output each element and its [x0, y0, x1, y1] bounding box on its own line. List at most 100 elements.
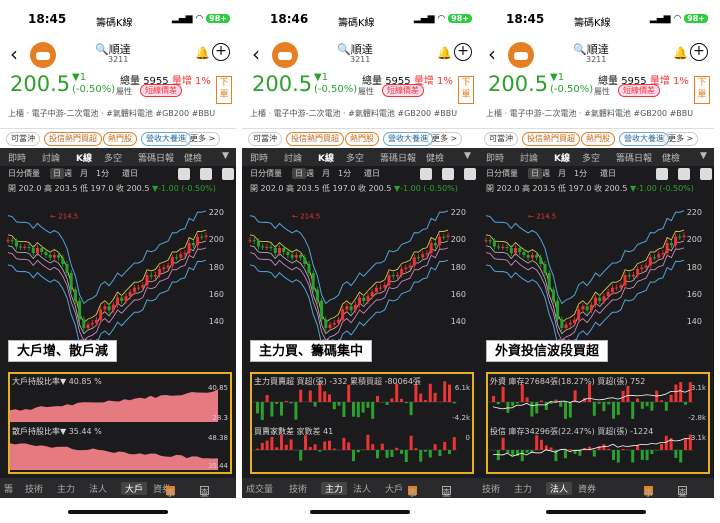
bell-icon[interactable]: 🔔: [437, 46, 452, 60]
bottom-tab-1[interactable]: 技術: [25, 482, 43, 495]
settings-icon[interactable]: [700, 168, 712, 180]
bell-icon[interactable]: 🔔: [673, 46, 688, 60]
bottom-tab-3[interactable]: 資券: [578, 482, 596, 495]
home-indicator[interactable]: [546, 510, 646, 514]
tool-1[interactable]: 日: [292, 168, 306, 179]
camera-icon[interactable]: [678, 168, 690, 180]
tab-0[interactable]: 即時: [486, 151, 504, 164]
tool-0[interactable]: 日分價量: [8, 168, 40, 179]
tab-2[interactable]: K線: [76, 151, 92, 164]
chip-4[interactable]: 更多 >: [427, 132, 463, 146]
bottom-tab-4[interactable]: 大戶: [121, 482, 148, 495]
chip-1[interactable]: 投信熱門買超: [44, 132, 102, 146]
settings-icon[interactable]: [222, 168, 234, 180]
tool-3[interactable]: 月: [558, 168, 566, 179]
tool-3[interactable]: 月: [80, 168, 88, 179]
chip-3[interactable]: 營收大養進: [383, 132, 433, 146]
order-button[interactable]: 下單: [694, 76, 710, 104]
tool-0[interactable]: 日分價量: [486, 168, 518, 179]
tab-more-icon[interactable]: ▼: [464, 151, 471, 161]
bottom-tab-2[interactable]: 法人: [546, 482, 573, 495]
tab-5[interactable]: 健檢: [184, 151, 202, 164]
chip-2[interactable]: 熱門股: [345, 132, 379, 146]
indicator-panel[interactable]: 主力買賣超 買超(張) -332 累積買超 -80064張 買賣家數差 家數差 4…: [250, 372, 474, 474]
bottom-tab-4[interactable]: 大戶: [385, 482, 403, 495]
tool-5[interactable]: 還日: [600, 168, 616, 179]
attribute-badge[interactable]: 短線價差: [382, 84, 424, 97]
bell-icon[interactable]: 🔔: [195, 46, 210, 60]
chip-0[interactable]: 可當沖: [248, 132, 282, 146]
indicator-panel[interactable]: 大戶持股比率▼ 40.85 % 散戶持股比率▼ 35.44 % 40.85 28.3 4…: [8, 372, 232, 474]
chip-0[interactable]: 可當沖: [6, 132, 40, 146]
bottom-tab-1[interactable]: 主力: [514, 482, 532, 495]
pen-icon[interactable]: [178, 168, 190, 180]
tab-2[interactable]: K線: [318, 151, 334, 164]
chip-4[interactable]: 更多 >: [185, 132, 221, 146]
indicator-title[interactable]: 主力買賣超 買超(張) -332 累積買超 -80064張: [254, 376, 421, 387]
chip-1[interactable]: 投信熱門買超: [286, 132, 344, 146]
indicator-title[interactable]: 大戶持股比率▼ 40.85 %: [12, 376, 102, 387]
tab-3[interactable]: 多空: [582, 151, 600, 164]
chip-2[interactable]: 熱門股: [581, 132, 615, 146]
tool-1[interactable]: 日: [50, 168, 64, 179]
bottom-tab-3[interactable]: 法人: [89, 482, 107, 495]
bottom-tab-0[interactable]: 籌: [4, 482, 13, 495]
order-button[interactable]: 下單: [458, 76, 474, 104]
bottom-tab-1[interactable]: 技術: [289, 482, 307, 495]
tab-4[interactable]: 籌碼日報: [380, 151, 416, 164]
bottom-tab-2[interactable]: 主力: [321, 482, 348, 495]
indicator-panel[interactable]: 外資 庫存27684張(18.27%) 買超(張) 752 投信 庫存34296張…: [486, 372, 710, 474]
bottom-tab-0[interactable]: 技術: [482, 482, 500, 495]
home-indicator[interactable]: [68, 510, 168, 514]
tab-1[interactable]: 討論: [42, 151, 60, 164]
back-icon[interactable]: ‹: [10, 42, 18, 66]
tool-2[interactable]: 週: [306, 168, 314, 179]
tool-3[interactable]: 月: [322, 168, 330, 179]
tab-0[interactable]: 即時: [250, 151, 268, 164]
tab-more-icon[interactable]: ▼: [222, 151, 229, 161]
bottom-tab-2[interactable]: 主力: [57, 482, 75, 495]
chip-1[interactable]: 投信熱門買超: [522, 132, 580, 146]
order-button[interactable]: 下單: [216, 76, 232, 104]
tab-3[interactable]: 多空: [104, 151, 122, 164]
indicator-title[interactable]: 投信 庫存34296張(22.47%) 買超(張) -1224: [490, 426, 653, 437]
tab-3[interactable]: 多空: [346, 151, 364, 164]
tab-4[interactable]: 籌碼日報: [138, 151, 174, 164]
home-indicator[interactable]: [310, 510, 410, 514]
tool-1[interactable]: 日: [528, 168, 542, 179]
tab-0[interactable]: 即時: [8, 151, 26, 164]
tool-4[interactable]: 1分: [338, 168, 351, 179]
pen-icon[interactable]: [420, 168, 432, 180]
tool-2[interactable]: 週: [542, 168, 550, 179]
attribute-badge[interactable]: 短線價差: [140, 84, 182, 97]
chip-3[interactable]: 營收大養進: [141, 132, 191, 146]
indicator-title[interactable]: 買賣家數差 家數差 41: [254, 426, 333, 437]
indicator-title[interactable]: 散戶持股比率▼ 35.44 %: [12, 426, 102, 437]
add-icon[interactable]: +: [454, 43, 472, 61]
tab-5[interactable]: 健檢: [662, 151, 680, 164]
indicator-title[interactable]: 外資 庫存27684張(18.27%) 買超(張) 752: [490, 376, 645, 387]
tab-more-icon[interactable]: ▼: [700, 151, 707, 161]
camera-icon[interactable]: [200, 168, 212, 180]
tool-0[interactable]: 日分價量: [250, 168, 282, 179]
add-icon[interactable]: +: [212, 43, 230, 61]
attribute-badge[interactable]: 短線價差: [618, 84, 660, 97]
bottom-tab-3[interactable]: 法人: [353, 482, 371, 495]
add-icon[interactable]: +: [690, 43, 708, 61]
camera-icon[interactable]: [442, 168, 454, 180]
back-icon[interactable]: ‹: [252, 42, 260, 66]
tab-4[interactable]: 籌碼日報: [616, 151, 652, 164]
tool-2[interactable]: 週: [64, 168, 72, 179]
back-icon[interactable]: ‹: [488, 42, 496, 66]
tool-4[interactable]: 1分: [574, 168, 587, 179]
tool-4[interactable]: 1分: [96, 168, 109, 179]
tab-1[interactable]: 討論: [284, 151, 302, 164]
chip-4[interactable]: 更多 >: [663, 132, 699, 146]
tool-5[interactable]: 還日: [364, 168, 380, 179]
chip-0[interactable]: 可當沖: [484, 132, 518, 146]
tab-5[interactable]: 健檢: [426, 151, 444, 164]
bottom-tab-0[interactable]: 成交量: [246, 482, 273, 495]
settings-icon[interactable]: [464, 168, 476, 180]
tool-5[interactable]: 還日: [122, 168, 138, 179]
pen-icon[interactable]: [656, 168, 668, 180]
